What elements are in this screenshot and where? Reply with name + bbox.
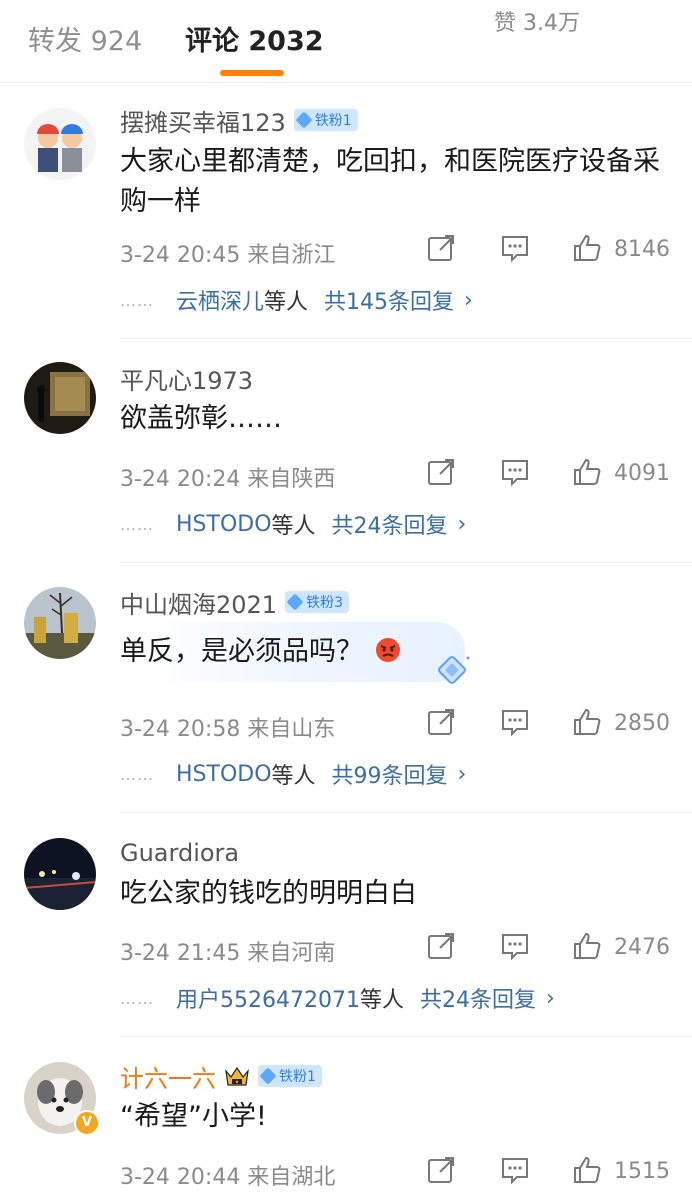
chevron-right-icon: › — [464, 287, 473, 313]
like-count: 8146 — [614, 237, 670, 262]
reply-icon[interactable] — [500, 931, 530, 961]
reply-etc: 等人 — [264, 290, 309, 315]
reply-user[interactable]: 云栖深儿 — [176, 284, 264, 316]
ellipsis: …… — [120, 988, 154, 1008]
avatar[interactable] — [24, 587, 96, 659]
chevron-right-icon: › — [457, 511, 467, 537]
like-count: 2476 — [614, 935, 670, 960]
ellipsis: …… — [120, 514, 154, 534]
replies-summary[interactable]: …… 云栖深儿 等人 共145条回复 › — [120, 283, 473, 317]
replies-summary[interactable]: …… 用户5526472071 等人 共24条回复 › — [120, 981, 555, 1015]
reply-icon[interactable] — [500, 457, 530, 487]
like-count: 2850 — [614, 711, 670, 736]
share-icon[interactable] — [426, 707, 456, 737]
diamond-sticker-icon — [438, 656, 470, 684]
username[interactable]: 平凡心1973 — [120, 361, 253, 396]
crown-icon: ★ — [225, 1066, 249, 1086]
username[interactable]: 计六一六 — [120, 1059, 216, 1094]
reply-etc: 等人 — [271, 764, 316, 789]
share-icon[interactable] — [426, 457, 456, 487]
diamond-icon — [259, 1067, 277, 1085]
reply-icon[interactable] — [500, 1155, 530, 1185]
avatar[interactable] — [24, 838, 96, 910]
replies-summary[interactable]: …… HSTODO 等人 共99条回复 › — [120, 757, 466, 791]
comment-time: 3-24 20:58 来自山东 — [120, 717, 336, 742]
fan-badge: 铁粉1 — [258, 1065, 322, 1087]
share-icon[interactable] — [426, 931, 456, 961]
like-count: 1515 — [614, 1159, 670, 1184]
reply-count[interactable]: 共99条回复 — [332, 758, 448, 790]
chevron-right-icon: › — [457, 761, 467, 787]
divider — [120, 338, 692, 339]
avatar[interactable] — [24, 362, 96, 434]
reply-count[interactable]: 共24条回复 — [332, 508, 448, 540]
comment-text: 欲盖弥彰…… — [120, 403, 282, 434]
chevron-right-icon: › — [546, 985, 555, 1011]
diamond-icon — [286, 593, 304, 611]
replies-summary[interactable]: …… HSTODO 等人 共24条回复 › — [120, 507, 466, 541]
reply-user[interactable]: HSTODO — [176, 512, 272, 537]
comment-text: “希望”小学! — [120, 1101, 267, 1132]
thumbs-up-icon[interactable] — [572, 1155, 602, 1185]
comment-time: 3-24 21:45 来自河南 — [120, 941, 336, 966]
tab-repost[interactable]: 转发 924 — [28, 22, 142, 62]
active-tab-indicator — [220, 70, 284, 76]
thumbs-up-icon[interactable] — [572, 457, 602, 487]
thumbs-up-icon[interactable] — [572, 233, 602, 263]
comment-time: 3-24 20:45 来自浙江 — [120, 243, 336, 268]
thumbs-up-icon[interactable] — [572, 707, 602, 737]
comment-text: 大家心里都清楚，吃回扣，和医院医疗设备采购一样 — [120, 146, 660, 217]
share-icon[interactable] — [426, 1155, 456, 1185]
username[interactable]: 中山烟海2021 — [120, 585, 277, 620]
reply-etc: 等人 — [271, 514, 316, 539]
verified-badge-icon: V — [74, 1110, 100, 1136]
reply-icon[interactable] — [500, 707, 530, 737]
divider — [120, 562, 692, 563]
angry-face-icon — [375, 638, 400, 662]
thumbs-up-icon[interactable] — [572, 931, 602, 961]
username[interactable]: 摆摊买幸福123 — [120, 103, 286, 138]
reply-user[interactable]: 用户5526472071 — [176, 982, 360, 1014]
tab-comments[interactable]: 评论 2032 — [185, 22, 324, 62]
ellipsis: …… — [120, 290, 154, 310]
like-count: 4091 — [614, 461, 670, 486]
svg-text:★: ★ — [235, 1080, 240, 1086]
diamond-icon — [295, 111, 313, 129]
reply-count[interactable]: 共24条回复 — [420, 982, 536, 1014]
comment-tabs: 转发 924 评论 2032 赞 3.4万 — [0, 0, 692, 83]
reply-icon[interactable] — [500, 233, 530, 263]
fan-badge: 铁粉1 — [293, 109, 358, 131]
tab-likes[interactable]: 赞 3.4万 — [494, 4, 664, 44]
divider — [120, 812, 692, 813]
comment-text: 吃公家的钱吃的明明白白 — [120, 878, 417, 909]
divider — [120, 1036, 692, 1037]
comment-time: 3-24 20:44 来自湖北 — [120, 1165, 336, 1190]
share-icon[interactable] — [426, 233, 456, 263]
avatar[interactable] — [24, 108, 96, 180]
ellipsis: …… — [120, 764, 154, 784]
reply-count[interactable]: 共145条回复 — [324, 284, 454, 316]
comment-text: 单反，是必须品吗？ — [120, 632, 670, 672]
reply-user[interactable]: HSTODO — [176, 762, 272, 787]
username[interactable]: Guardiora — [120, 839, 239, 867]
reply-etc: 等人 — [359, 988, 404, 1013]
comment-time: 3-24 20:24 来自陕西 — [120, 467, 336, 492]
fan-badge: 铁粉3 — [285, 591, 349, 613]
